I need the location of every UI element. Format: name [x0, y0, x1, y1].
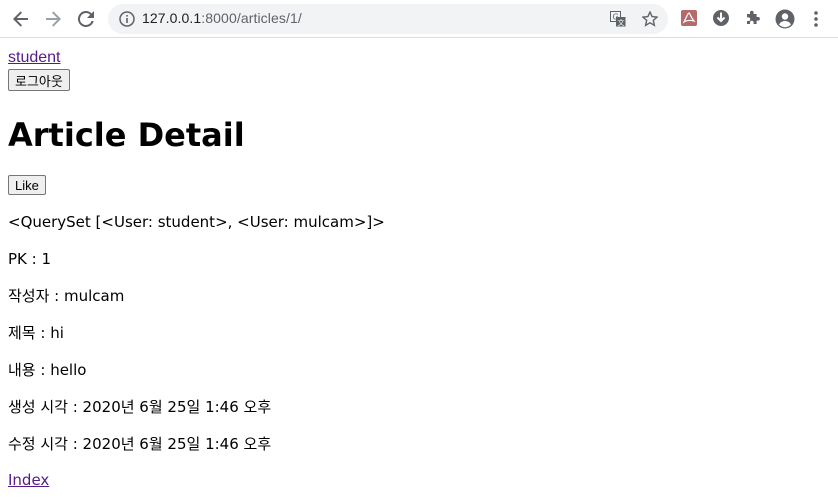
- page-title: Article Detail: [8, 116, 245, 154]
- article-author: 작성자 : mulcam: [8, 287, 125, 305]
- article-updated-at: 수정 시각 : 2020년 6월 25일 1:46 오후: [8, 435, 272, 453]
- url-path: :8000/articles/1/: [201, 10, 302, 26]
- svg-text:文: 文: [618, 18, 625, 27]
- index-link[interactable]: Index: [8, 471, 830, 489]
- address-bar[interactable]: 127.0.0.1:8000/articles/1/ G文: [108, 4, 668, 34]
- bookmark-star-icon[interactable]: [641, 10, 659, 27]
- article-pk: PK : 1: [8, 250, 52, 268]
- article-title: 제목 : hi: [8, 324, 64, 342]
- download-extension-icon[interactable]: [712, 9, 732, 29]
- article-content: 내용 : hello: [8, 361, 87, 379]
- back-icon[interactable]: [9, 7, 33, 31]
- page-content: student 로그아웃 Article Detail Like <QueryS…: [0, 39, 838, 489]
- article-created-at: 생성 시각 : 2020년 6월 25일 1:46 오후: [8, 398, 272, 416]
- browser-toolbar: 127.0.0.1:8000/articles/1/ G文: [0, 0, 838, 38]
- pdf-extension-icon[interactable]: [680, 9, 700, 29]
- url-host: 127.0.0.1: [142, 10, 202, 26]
- menu-dots-icon[interactable]: [808, 9, 828, 29]
- reload-icon[interactable]: [74, 7, 98, 31]
- forward-icon[interactable]: [41, 7, 65, 31]
- url-text[interactable]: 127.0.0.1:8000/articles/1/: [142, 10, 302, 26]
- profile-avatar-icon[interactable]: [775, 9, 795, 29]
- logout-button[interactable]: 로그아웃: [8, 69, 70, 91]
- liked-users-queryset: <QuerySet [<User: student>, <User: mulca…: [8, 213, 385, 231]
- info-icon[interactable]: [119, 11, 135, 27]
- extensions-puzzle-icon[interactable]: [744, 9, 764, 29]
- translate-icon[interactable]: G文: [610, 11, 626, 27]
- like-button[interactable]: Like: [8, 175, 46, 195]
- user-profile-link[interactable]: student: [8, 49, 830, 67]
